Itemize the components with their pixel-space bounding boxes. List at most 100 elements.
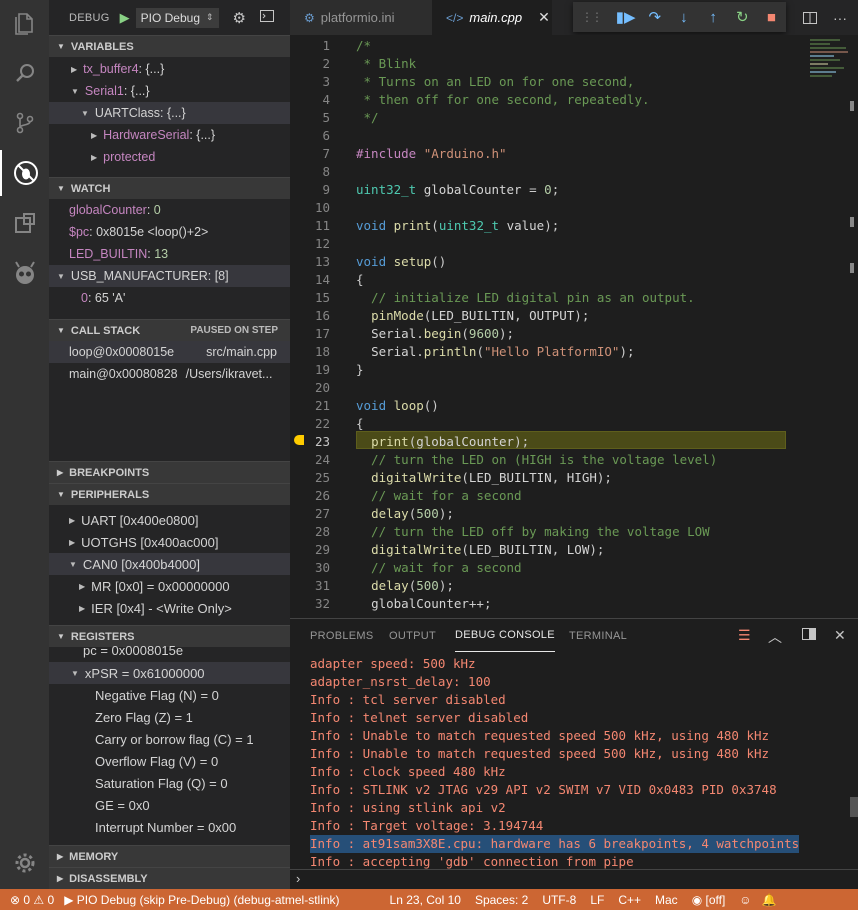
gear-icon[interactable]: ⚙	[233, 9, 246, 27]
watch-row[interactable]: $pc: 0x8015e <loop()+2>	[49, 221, 290, 243]
encoding[interactable]: UTF-8	[542, 893, 576, 907]
bell-icon[interactable]: 🔔	[762, 893, 777, 907]
register-row[interactable]: Negative Flag (N) = 0	[49, 684, 290, 706]
platformio-icon[interactable]	[0, 250, 49, 296]
watch-section-header[interactable]: ▼ WATCH	[49, 177, 290, 199]
variables-section-header[interactable]: ▼ VARIABLES	[49, 35, 290, 57]
line-number[interactable]: 32	[290, 595, 330, 613]
line-number[interactable]: 15	[290, 289, 330, 307]
line-ending[interactable]: LF	[590, 893, 604, 907]
tab-output[interactable]: OUTPUT	[389, 619, 436, 653]
stop-icon[interactable]: ■	[757, 9, 786, 26]
tab-platformio-ini[interactable]: ⚙ platformio.ini	[290, 0, 432, 35]
watch-indicator[interactable]: ◉ [off]	[692, 893, 726, 907]
language-mode[interactable]: C++	[618, 893, 641, 907]
tab-problems[interactable]: PROBLEMS	[310, 619, 374, 653]
memory-section-header[interactable]: ▶ MEMORY	[49, 845, 290, 867]
split-editor-icon[interactable]	[795, 0, 825, 35]
line-number[interactable]: 10	[290, 199, 330, 217]
register-row[interactable]: pc = 0x0008015e	[49, 641, 290, 659]
line-number[interactable]: 22	[290, 415, 330, 433]
variable-row[interactable]: ▼ Serial1: {...}	[49, 80, 290, 102]
line-number[interactable]: 29	[290, 541, 330, 559]
drag-handle-icon[interactable]: ⋮⋮	[581, 10, 603, 24]
line-number[interactable]: 8	[290, 163, 330, 181]
call-stack-section-header[interactable]: ▼ CALL STACK PAUSED ON STEP	[49, 319, 290, 341]
close-icon[interactable]: ✕	[538, 9, 550, 26]
line-number[interactable]: 31	[290, 577, 330, 595]
debug-session-status[interactable]: ▶ PIO Debug (skip Pre-Debug) (debug-atme…	[64, 893, 339, 907]
extensions-icon[interactable]	[0, 200, 49, 246]
clear-console-icon[interactable]: ☰	[738, 627, 751, 644]
line-number[interactable]: 1	[290, 37, 330, 55]
code-editor[interactable]: 1 2 3 4 5 6 7 8 9 10 11 12 13 14 15 16 17 18 19 20 21 22 23 24 2…	[290, 35, 858, 618]
line-number[interactable]: 20	[290, 379, 330, 397]
line-number[interactable]: 21	[290, 397, 330, 415]
peripheral-row[interactable]: ▼ CAN0 [0x400b4000]	[49, 553, 290, 575]
line-number[interactable]: 26	[290, 487, 330, 505]
start-debugging-button[interactable]: ▶	[116, 9, 134, 27]
line-number[interactable]: 16	[290, 307, 330, 325]
register-row[interactable]: Interrupt Number = 0x00	[49, 816, 290, 838]
line-number[interactable]: 18	[290, 343, 330, 361]
line-number[interactable]: 12	[290, 235, 330, 253]
line-number[interactable]: 2	[290, 55, 330, 73]
register-row[interactable]: Carry or borrow flag (C) = 1	[49, 728, 290, 750]
step-into-icon[interactable]: ↓	[669, 9, 698, 26]
console-input[interactable]: ›	[290, 869, 858, 889]
line-number[interactable]: 24	[290, 451, 330, 469]
problems-indicator[interactable]: ⊗ 0 ⚠ 0	[10, 893, 54, 907]
line-number[interactable]: 14	[290, 271, 330, 289]
step-over-icon[interactable]: ↷	[640, 8, 669, 26]
line-number[interactable]: 17	[290, 325, 330, 343]
line-number[interactable]: 13	[290, 253, 330, 271]
more-actions-icon[interactable]: ···	[825, 0, 855, 35]
line-number[interactable]: 30	[290, 559, 330, 577]
line-number[interactable]: 6	[290, 127, 330, 145]
platform[interactable]: Mac	[655, 893, 678, 907]
files-icon[interactable]	[0, 0, 49, 46]
line-number[interactable]: 7	[290, 145, 330, 163]
gear-icon[interactable]	[0, 840, 49, 886]
chevron-up-icon[interactable]: ︿	[768, 627, 782, 647]
disassembly-section-header[interactable]: ▶ DISASSEMBLY	[49, 867, 290, 889]
restart-icon[interactable]: ↻	[728, 8, 757, 26]
cursor-position[interactable]: Ln 23, Col 10	[390, 893, 461, 907]
register-row[interactable]: GE = 0x0	[49, 794, 290, 816]
line-number[interactable]: 3	[290, 73, 330, 91]
register-row[interactable]: Saturation Flag (Q) = 0	[49, 772, 290, 794]
register-row[interactable]: Overflow Flag (V) = 0	[49, 750, 290, 772]
line-number[interactable]: 28	[290, 523, 330, 541]
breakpoints-section-header[interactable]: ▶ BREAKPOINTS	[49, 461, 290, 483]
peripheral-row[interactable]: ▶ UOTGHS [0x400ac000]	[49, 531, 290, 553]
watch-row[interactable]: 0: 65 'A'	[49, 287, 290, 309]
launch-config-select[interactable]: PIO Debug ⇕	[135, 7, 219, 28]
tab-terminal[interactable]: TERMINAL	[569, 619, 627, 653]
smiley-icon[interactable]: ☺	[739, 893, 751, 907]
maximize-panel-icon[interactable]	[802, 627, 816, 643]
continue-icon[interactable]: ▮▶	[611, 8, 640, 26]
debug-icon[interactable]	[0, 150, 49, 196]
peripherals-section-header[interactable]: ▼ PERIPHERALS	[49, 483, 290, 505]
register-row[interactable]: Zero Flag (Z) = 1	[49, 706, 290, 728]
variable-row[interactable]: ▶ tx_buffer4: {...}	[49, 58, 290, 80]
line-number[interactable]: 23	[290, 433, 330, 451]
indentation[interactable]: Spaces: 2	[475, 893, 528, 907]
source-control-icon[interactable]	[0, 100, 49, 146]
line-number[interactable]: 5	[290, 109, 330, 127]
step-out-icon[interactable]: ↑	[699, 9, 728, 26]
tab-debug-console[interactable]: DEBUG CONSOLE	[455, 619, 555, 652]
console-scrollbar[interactable]	[850, 797, 858, 817]
watch-row[interactable]: globalCounter: 0	[49, 199, 290, 221]
variable-row[interactable]: ▶ protected	[49, 146, 290, 168]
minimap[interactable]	[810, 37, 850, 117]
line-number[interactable]: 9	[290, 181, 330, 199]
tab-main-cpp[interactable]: </> main.cpp ✕	[432, 0, 552, 35]
watch-row[interactable]: LED_BUILTIN: 13	[49, 243, 290, 265]
peripheral-row[interactable]: ▶ MR [0x0] = 0x00000000	[49, 575, 290, 597]
close-panel-icon[interactable]: ✕	[834, 627, 846, 644]
line-number[interactable]: 25	[290, 469, 330, 487]
variable-row[interactable]: ▶ HardwareSerial: {...}	[49, 124, 290, 146]
line-number[interactable]: 19	[290, 361, 330, 379]
line-number[interactable]: 4	[290, 91, 330, 109]
